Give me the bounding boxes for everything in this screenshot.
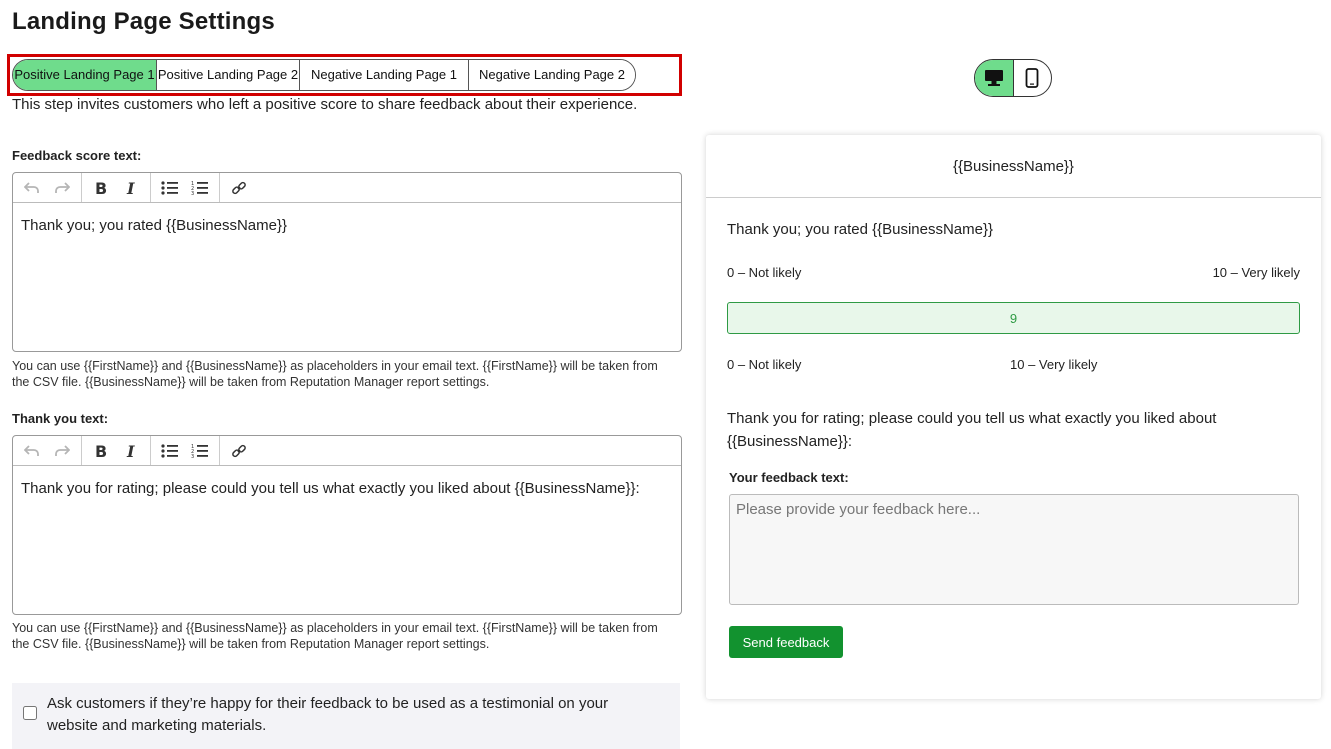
feedback-label: Your feedback text: bbox=[729, 470, 849, 485]
score-text-editor: B I 123 Thank you; you rated {{BusinessN… bbox=[12, 172, 682, 352]
tab-positive-1[interactable]: Positive Landing Page 1 bbox=[13, 60, 157, 90]
page-title: Landing Page Settings bbox=[12, 8, 275, 35]
preview-header: {{BusinessName}} bbox=[706, 135, 1321, 198]
tab-negative-2[interactable]: Negative Landing Page 2 bbox=[469, 60, 635, 90]
editor-toolbar: B I 123 bbox=[13, 173, 681, 203]
numbered-list-icon[interactable]: 123 bbox=[185, 174, 215, 202]
tab-positive-2[interactable]: Positive Landing Page 2 bbox=[157, 60, 300, 90]
bold-icon[interactable]: B bbox=[86, 174, 116, 202]
italic-icon[interactable]: I bbox=[116, 437, 146, 465]
scale-high-label-2: 10 – Very likely bbox=[1010, 357, 1098, 372]
svg-text:3: 3 bbox=[191, 191, 194, 196]
numbered-list-icon[interactable]: 123 bbox=[185, 437, 215, 465]
bullet-list-icon[interactable] bbox=[155, 437, 185, 465]
preview-thanks-text: Thank you for rating; please could you t… bbox=[727, 410, 1217, 450]
tab-negative-1[interactable]: Negative Landing Page 1 bbox=[300, 60, 469, 90]
scale-high-label: 10 – Very likely bbox=[1212, 265, 1300, 280]
send-feedback-button[interactable]: Send feedback bbox=[729, 626, 843, 658]
score-text-label: Feedback score text: bbox=[12, 148, 142, 163]
scale-low-label: 0 – Not likely bbox=[727, 265, 802, 280]
redo-icon[interactable] bbox=[47, 174, 77, 202]
thanks-text-help: You can use {{FirstName}} and {{Business… bbox=[12, 621, 658, 651]
svg-text:3: 3 bbox=[191, 454, 194, 459]
svg-text:I: I bbox=[126, 443, 135, 459]
intro-text: This step invites customers who left a p… bbox=[12, 96, 638, 113]
scale-low-label-2: 0 – Not likely bbox=[727, 357, 802, 372]
selected-score[interactable]: 9 bbox=[727, 302, 1300, 334]
desktop-view-button[interactable] bbox=[975, 60, 1014, 96]
undo-icon[interactable] bbox=[17, 174, 47, 202]
bold-icon[interactable]: B bbox=[86, 437, 116, 465]
undo-icon[interactable] bbox=[17, 437, 47, 465]
svg-text:I: I bbox=[126, 180, 135, 196]
testimonial-label: Ask customers if they’re happy for their… bbox=[47, 695, 609, 734]
link-icon[interactable] bbox=[224, 437, 254, 465]
italic-icon[interactable]: I bbox=[116, 174, 146, 202]
score-text-content[interactable]: Thank you; you rated {{BusinessName}} bbox=[13, 203, 681, 248]
thanks-text-content[interactable]: Thank you for rating; please could you t… bbox=[13, 466, 681, 511]
thanks-text-editor: B I 123 Thank you for rating; please cou… bbox=[12, 435, 682, 615]
preview-rated-text: Thank you; you rated {{BusinessName}} bbox=[727, 221, 994, 238]
testimonial-checkbox[interactable] bbox=[23, 706, 37, 720]
feedback-input[interactable] bbox=[729, 494, 1299, 605]
thanks-text-label: Thank you text: bbox=[12, 411, 109, 426]
desktop-icon bbox=[984, 70, 1003, 86]
score-text-help: You can use {{FirstName}} and {{Business… bbox=[12, 359, 658, 389]
landing-page-preview: {{BusinessName}} Thank you; you rated {{… bbox=[706, 135, 1321, 699]
link-icon[interactable] bbox=[224, 174, 254, 202]
device-toggle bbox=[974, 59, 1052, 97]
svg-text:B: B bbox=[95, 180, 107, 196]
mobile-view-button[interactable] bbox=[1014, 60, 1052, 96]
testimonial-option: Ask customers if they’re happy for their… bbox=[12, 683, 680, 749]
mobile-icon bbox=[1025, 68, 1039, 88]
bullet-list-icon[interactable] bbox=[155, 174, 185, 202]
svg-text:B: B bbox=[95, 443, 107, 459]
editor-toolbar: B I 123 bbox=[13, 436, 681, 466]
landing-page-tabs: Positive Landing Page 1 Positive Landing… bbox=[12, 59, 636, 91]
redo-icon[interactable] bbox=[47, 437, 77, 465]
